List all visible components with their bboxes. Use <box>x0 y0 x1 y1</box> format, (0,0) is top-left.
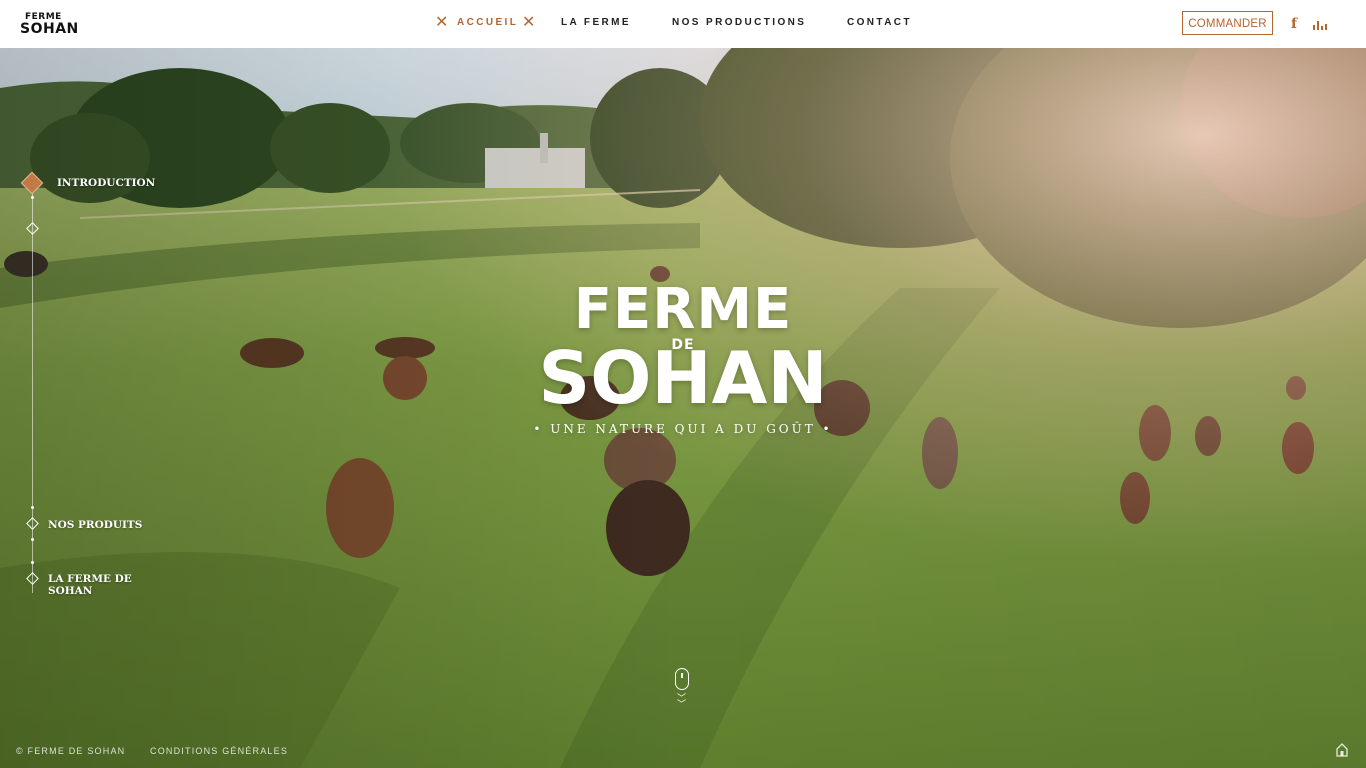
sidenav-label: INTRODUCTION <box>57 177 156 189</box>
sidenav-track <box>32 193 33 593</box>
home-icon[interactable] <box>1336 743 1348 757</box>
sidenav-label: NOS PRODUITS <box>48 519 143 531</box>
equalizer-icon[interactable] <box>1313 20 1329 30</box>
nav-la-ferme[interactable]: LA FERME <box>561 17 631 28</box>
nav-nos-productions[interactable]: NOS PRODUCTIONS <box>672 17 806 28</box>
main-nav: ✕ ACCUEIL ✕ LA FERME NOS PRODUCTIONS CON… <box>0 14 1366 31</box>
hero-tagline: • UNE NATURE QUI A DU GOÛT • <box>533 422 833 436</box>
facebook-icon[interactable]: f <box>1291 16 1297 32</box>
title-sohan: SOHAN <box>538 336 828 420</box>
footer-conditions-link[interactable]: CONDITIONS GÉNÉRALES <box>150 746 288 756</box>
sidenav-label: LA FERME DE SOHAN <box>48 573 132 597</box>
close-icon: ✕ <box>435 14 449 31</box>
close-icon: ✕ <box>522 14 536 31</box>
commander-button[interactable]: COMMANDER <box>1182 11 1273 35</box>
nav-contact[interactable]: CONTACT <box>847 17 912 28</box>
hero-title: FERME DE SOHAN • UNE NATURE QUI A DU GOÛ… <box>500 282 866 442</box>
site-header: FERME SOHAN ✕ ACCUEIL ✕ LA FERME NOS PRO… <box>0 0 1366 48</box>
footer-copyright: © FERME DE SOHAN <box>16 746 126 756</box>
title-ferme: FERME <box>573 277 793 342</box>
chevron-down-icon: ﹀ <box>677 699 687 709</box>
nav-accueil[interactable]: ACCUEIL <box>457 17 518 28</box>
sidenav-dot <box>31 506 34 509</box>
sidenav-dot <box>31 538 34 541</box>
scroll-mouse-icon[interactable] <box>675 668 689 690</box>
sidenav-dot <box>31 196 34 199</box>
sidenav-dot <box>31 561 34 564</box>
